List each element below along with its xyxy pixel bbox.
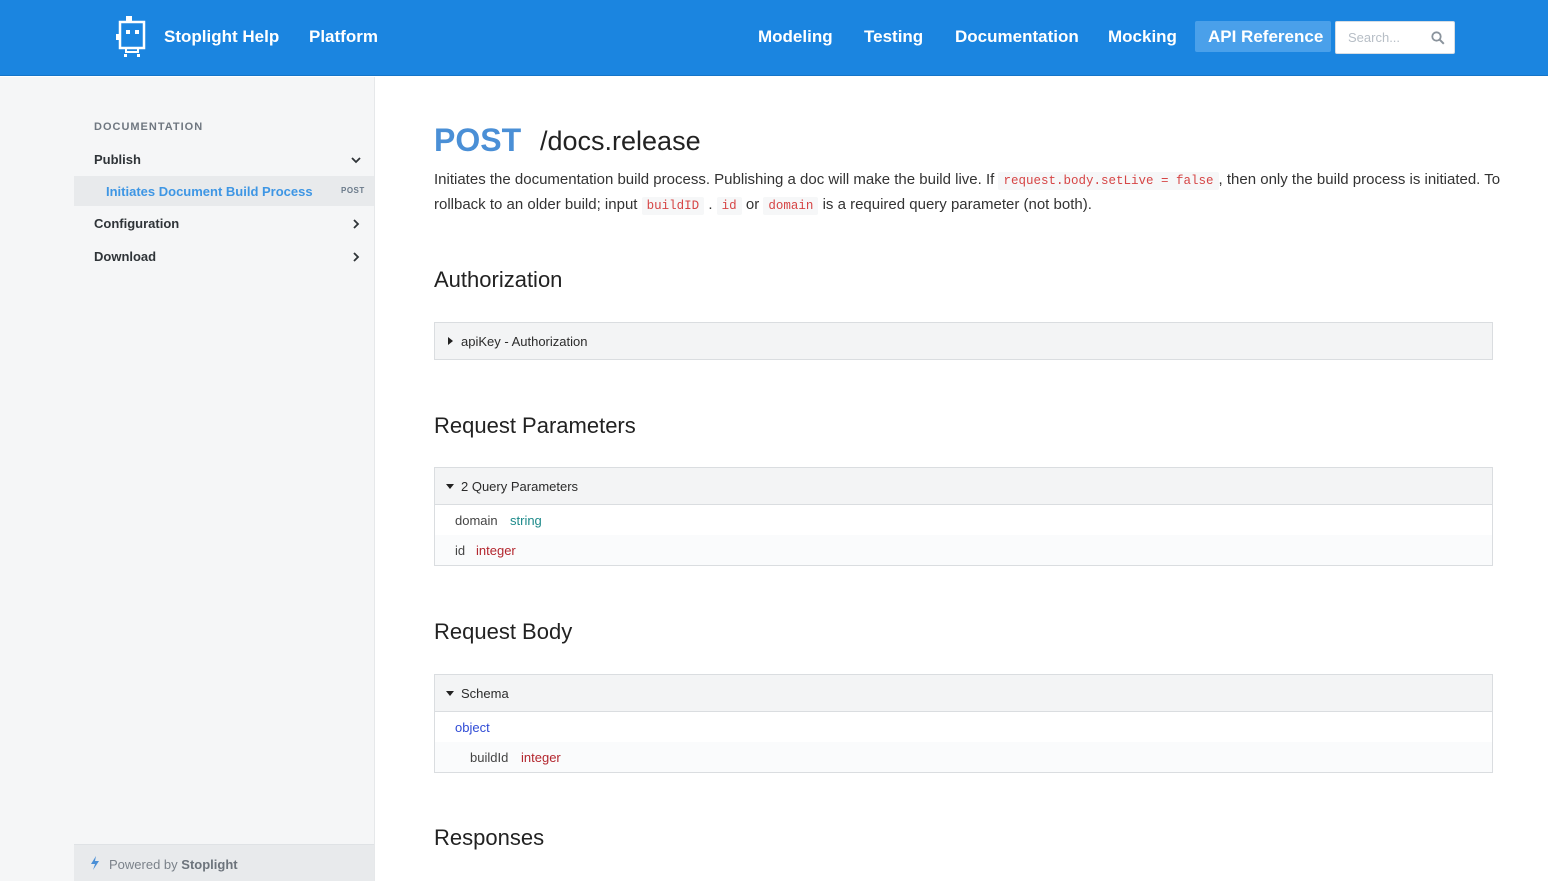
top-navbar: Stoplight Help Platform Modeling Testing… — [0, 0, 1548, 76]
chevron-down-icon[interactable] — [350, 154, 362, 166]
field-type: integer — [521, 750, 561, 765]
caret-down-icon[interactable] — [446, 689, 454, 697]
sidebar-item-initiates-document-build[interactable]: Initiates Document Build Process — [106, 184, 313, 199]
lightning-bolt-icon — [91, 856, 99, 870]
sidebar-section-title: DOCUMENTATION — [94, 121, 204, 133]
powered-by-brand: Stoplight — [181, 857, 238, 872]
brand-name[interactable]: Stoplight Help — [164, 27, 279, 47]
inline-code: buildID — [641, 197, 705, 215]
schema-root-type: object — [455, 720, 490, 735]
query-parameters-panel: 2 Query Parameters domain string id inte… — [434, 467, 1493, 566]
http-method: POST — [434, 122, 522, 158]
caret-right-icon[interactable] — [446, 337, 454, 345]
schema-root-row: object — [435, 712, 1492, 742]
request-parameters-heading: Request Parameters — [434, 413, 636, 438]
chevron-right-icon[interactable] — [350, 251, 362, 263]
param-name: id — [455, 543, 466, 558]
responses-heading: Responses — [434, 825, 545, 850]
platform-link[interactable]: Platform — [309, 27, 378, 47]
schema-field-row: buildId integer — [435, 742, 1492, 772]
endpoint-path: /docs.release — [540, 126, 701, 156]
search-box[interactable] — [1335, 21, 1455, 54]
search-input[interactable] — [1348, 30, 1428, 45]
request-body-heading: Request Body — [434, 619, 573, 644]
authorization-panel[interactable]: apiKey - Authorization — [434, 322, 1493, 360]
nav-api-reference[interactable]: API Reference — [1208, 27, 1323, 47]
param-type: integer — [476, 543, 516, 558]
nav-mocking[interactable]: Mocking — [1108, 27, 1177, 47]
nav-documentation[interactable]: Documentation — [955, 27, 1079, 47]
powered-by-footer[interactable]: Powered by Stoplight — [74, 844, 374, 881]
method-badge: POST — [341, 186, 365, 195]
powered-by-text: Powered by Stoplight — [109, 857, 238, 872]
schema-panel-header[interactable]: Schema — [435, 675, 1492, 712]
panel-title: apiKey - Authorization — [461, 334, 588, 349]
nav-modeling[interactable]: Modeling — [758, 27, 833, 47]
param-type: string — [510, 513, 542, 528]
sidebar-item-publish[interactable]: Publish — [94, 152, 141, 167]
param-row: id integer — [435, 535, 1492, 565]
panel-title: Schema — [461, 686, 509, 701]
authorization-panel-header[interactable]: apiKey - Authorization — [435, 323, 1492, 359]
endpoint-description: Initiates the documentation build proces… — [434, 171, 1501, 215]
param-name: domain — [455, 513, 498, 528]
param-row: domain string — [435, 505, 1492, 535]
inline-code: request.body.setLive = false — [998, 172, 1219, 190]
chevron-right-icon[interactable] — [350, 218, 362, 230]
panel-title: 2 Query Parameters — [461, 479, 579, 494]
sidebar-item-configuration[interactable]: Configuration — [94, 216, 179, 231]
nav-testing[interactable]: Testing — [864, 27, 923, 47]
search-icon[interactable] — [1431, 31, 1445, 45]
query-parameters-header[interactable]: 2 Query Parameters — [435, 468, 1492, 505]
sidebar-item-download[interactable]: Download — [94, 249, 156, 264]
inline-code: id — [716, 197, 742, 215]
field-name: buildId — [470, 750, 509, 765]
inline-code: domain — [763, 197, 819, 215]
authorization-heading: Authorization — [434, 267, 563, 292]
stoplight-robot-logo-icon[interactable] — [116, 16, 148, 58]
caret-down-icon[interactable] — [446, 482, 454, 490]
schema-panel: Schema object buildId integer — [434, 674, 1493, 773]
